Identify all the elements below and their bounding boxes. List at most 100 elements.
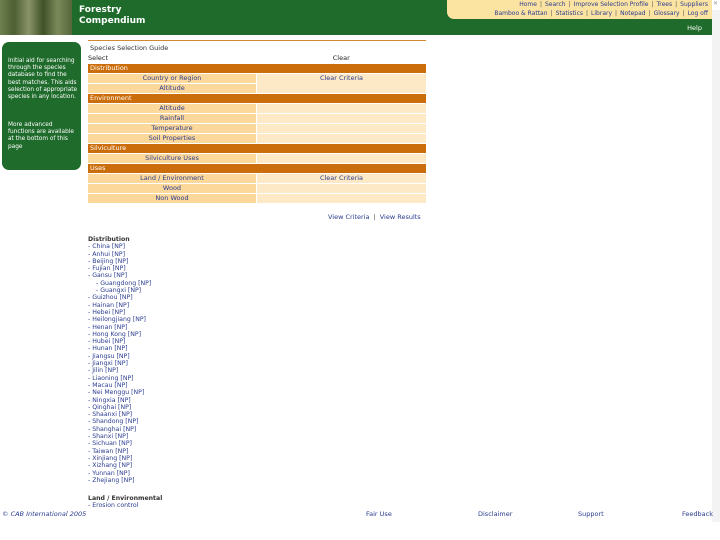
criteria-land-env-link[interactable]: Land / Environment	[88, 173, 257, 184]
nav-logoff-link[interactable]: Log off	[688, 10, 708, 17]
brand-line-2: Compendium	[79, 16, 146, 26]
criteria-temperature-link[interactable]: Temperature	[88, 123, 257, 134]
view-links: View Criteria | View Results	[328, 213, 421, 221]
list-item: - Shandong [NP]	[88, 418, 139, 426]
view-results-link[interactable]: View Results	[380, 213, 421, 221]
list-item: - Xinjiang [NP]	[88, 454, 133, 462]
distribution-list: Distribution - China [NP] - Anhui [NP] - B…	[88, 236, 288, 484]
help-link[interactable]: Help	[687, 24, 702, 32]
sidebar-info-panel: Initial aid for searching through the sp…	[2, 42, 81, 170]
sidebar-advanced-text: More advanced functions are available at…	[8, 122, 74, 150]
table-row: Soil Properties	[88, 133, 426, 144]
fair-use-link[interactable]: Fair Use	[366, 510, 392, 518]
footer: © CAB International 2005 Fair Use Discla…	[0, 510, 720, 520]
select-column-header: Select	[88, 54, 257, 64]
list-item: - Anhui [NP]	[88, 250, 126, 258]
header: Forestry Compendium Home | Search | Improve …	[0, 0, 712, 35]
distribution-heading: Distribution	[88, 236, 130, 243]
table-row: Non Wood	[88, 193, 426, 204]
distribution-items: - China [NP] - Anhui [NP] - Beijing [NP] - …	[88, 243, 288, 484]
disclaimer-link[interactable]: Disclaimer	[478, 510, 512, 518]
section-uses: Uses	[88, 163, 426, 174]
header-forest-photo	[0, 0, 72, 35]
list-item: - Liaoning [NP]	[88, 374, 134, 382]
list-item: - Sichuan [NP]	[88, 440, 132, 448]
nav-home-link[interactable]: Home	[519, 1, 537, 8]
table-row: Wood	[88, 183, 426, 194]
support-link[interactable]: Support	[578, 510, 604, 518]
section-silviculture: Silviculture	[88, 143, 426, 154]
list-item: - Guizhou [NP]	[88, 294, 133, 302]
table-row: Temperature	[88, 123, 426, 134]
scrollbar[interactable]	[712, 10, 720, 522]
nav-search-link[interactable]: Search	[545, 1, 566, 8]
list-item: - China [NP]	[88, 243, 126, 251]
list-item: - Guangxi [NP]	[96, 287, 142, 295]
list-item: - Jilin [NP]	[88, 367, 119, 375]
criteria-wood-link[interactable]: Wood	[88, 183, 257, 194]
list-item: - Heilongjiang [NP]	[88, 316, 146, 324]
list-item: - Fujian [NP]	[88, 265, 126, 273]
list-item: - Zhejiang [NP]	[88, 476, 135, 484]
list-item: - Qinghai [NP]	[88, 403, 132, 411]
nav-statistics-link[interactable]: Statistics	[556, 10, 583, 17]
list-item: - Taiwan [NP]	[88, 447, 129, 455]
list-item: - Yunnan [NP]	[88, 469, 130, 477]
close-icon[interactable]: ✕	[713, 0, 718, 7]
nav-trees-link[interactable]: Trees	[656, 1, 672, 8]
clear-uses-link[interactable]: Clear Criteria	[256, 173, 426, 184]
criteria-distribution-altitude-link[interactable]: Altitude	[88, 83, 257, 94]
top-navigation: Home | Search | Improve Selection Profile | Tr…	[447, 0, 712, 19]
copyright-text: © CAB International 2005	[2, 510, 87, 518]
list-item: - Beijing [NP]	[88, 257, 129, 265]
brand-line-1: Forestry	[79, 5, 122, 15]
list-item: - Hainan [NP]	[88, 301, 130, 309]
list-item: - Shanxi [NP]	[88, 433, 129, 441]
list-item: - Jiangsu [NP]	[88, 352, 130, 360]
list-item: - Hunan [NP]	[88, 345, 128, 353]
table-row: Country or Region Clear Criteria	[88, 73, 426, 94]
nav-suppliers-link[interactable]: Suppliers	[680, 1, 708, 8]
clear-column-header: Clear	[256, 54, 426, 64]
nav-bamboo-link[interactable]: Bamboo & Rattan	[494, 10, 547, 17]
view-criteria-link[interactable]: View Criteria	[328, 213, 370, 221]
page-title: Species Selection Guide	[88, 40, 426, 53]
nav-notepad-link[interactable]: Notepad	[620, 10, 646, 17]
list-item: - Hebei [NP]	[88, 308, 126, 316]
criteria-silviculture-link[interactable]: Silviculture Uses	[88, 153, 257, 164]
list-item: - Ningxia [NP]	[88, 396, 131, 404]
feedback-link[interactable]: Feedback	[682, 510, 713, 518]
criteria-soil-link[interactable]: Soil Properties	[88, 133, 257, 144]
criteria-rainfall-link[interactable]: Rainfall	[88, 113, 257, 124]
land-env-heading: Land / Environmental	[88, 495, 163, 502]
list-item: - Xizhang [NP]	[88, 462, 133, 470]
land-environment-list: Land / Environmental - Erosion control	[88, 495, 162, 510]
table-row: Land / Environment Clear Criteria	[88, 173, 426, 184]
list-item: - Macau [NP]	[88, 381, 128, 389]
list-item: - Hong Kong [NP]	[88, 330, 141, 338]
nav-selection-profile-link[interactable]: Improve Selection Profile	[574, 1, 649, 8]
criteria-nonwood-link[interactable]: Non Wood	[88, 193, 257, 204]
nav-glossary-link[interactable]: Glossary	[654, 10, 680, 17]
sidebar-intro-text: Initial aid for searching through the sp…	[8, 58, 78, 101]
criteria-altitude-link[interactable]: Altitude	[88, 103, 257, 114]
criteria-country-link[interactable]: Country or Region	[88, 73, 257, 84]
list-item: - Shaanxi [NP]	[88, 411, 133, 419]
list-item: - Gansu [NP]	[88, 272, 128, 280]
list-item: - Henan [NP]	[88, 323, 128, 331]
section-distribution: Distribution	[88, 63, 426, 74]
clear-distribution-link[interactable]: Clear Criteria	[256, 73, 426, 94]
brand-title: Forestry Compendium	[79, 5, 145, 27]
list-item: - Erosion control	[88, 502, 139, 510]
list-item: - Jiangxi [NP]	[88, 360, 128, 368]
list-item: - Hubei [NP]	[88, 338, 126, 346]
table-header-row: Select Clear	[88, 54, 426, 64]
nav-library-link[interactable]: Library	[591, 10, 612, 17]
topnav-row-2: Bamboo & Rattan | Statistics | Library | Notep…	[494, 10, 708, 17]
topnav-row-1: Home | Search | Improve Selection Profile | Tr…	[519, 1, 708, 8]
list-item: - Nei Menggu [NP]	[88, 389, 145, 397]
list-item: - Shanghai [NP]	[88, 425, 137, 433]
table-row: Rainfall	[88, 113, 426, 124]
list-item: - Guangdong [NP]	[96, 279, 152, 287]
table-row: Silviculture Uses	[88, 153, 426, 164]
